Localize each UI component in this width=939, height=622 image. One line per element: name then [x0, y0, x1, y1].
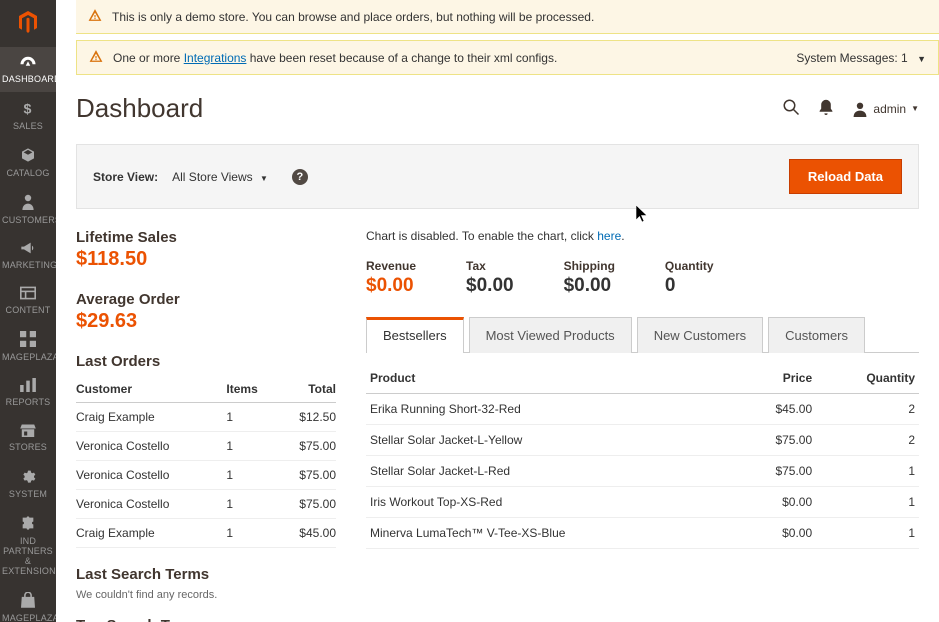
cube-icon: [2, 147, 54, 165]
reload-data-button[interactable]: Reload Data: [789, 159, 902, 194]
col-customer: Customer: [76, 376, 226, 403]
integrations-link[interactable]: Integrations: [184, 51, 247, 65]
tab-most-viewed[interactable]: Most Viewed Products: [469, 317, 632, 353]
user-icon: [852, 101, 868, 117]
storeview-label: Store View:: [93, 170, 158, 184]
dollar-icon: $: [2, 100, 54, 118]
table-row[interactable]: Veronica Costello1$75.00: [76, 490, 336, 519]
table-row[interactable]: Stellar Solar Jacket-L-Red$75.001: [366, 456, 919, 487]
sidebar-item-marketing[interactable]: MARKETING: [0, 233, 56, 278]
table-row[interactable]: Minerva LumaTech™ V-Tee-XS-Blue$0.001: [366, 518, 919, 549]
table-row[interactable]: Craig Example1$45.00: [76, 519, 336, 548]
table-row[interactable]: Iris Workout Top-XS-Red$0.001: [366, 487, 919, 518]
blocks-icon: [2, 286, 54, 302]
storeview-selector[interactable]: All Store Views ▼: [172, 170, 268, 184]
sidebar-item-customers[interactable]: CUSTOMERS: [0, 186, 56, 233]
puzzle-icon: [2, 515, 54, 533]
sidebar-item-system[interactable]: SYSTEM: [0, 460, 56, 507]
sidebar-item-partners[interactable]: IND PARTNERS & EXTENSIONS: [0, 507, 56, 584]
table-row[interactable]: Veronica Costello1$75.00: [76, 432, 336, 461]
demo-store-banner: This is only a demo store. You can brows…: [76, 0, 939, 34]
chevron-down-icon: ▼: [917, 54, 926, 64]
sidebar-item-reports[interactable]: REPORTS: [0, 370, 56, 415]
top-search-heading: Top Search Terms: [76, 617, 336, 622]
storefront-icon: [2, 423, 54, 439]
last-search-heading: Last Search Terms: [76, 566, 336, 583]
tab-new-customers[interactable]: New Customers: [637, 317, 763, 353]
sidebar-item-sales[interactable]: $ SALES: [0, 92, 56, 139]
storeview-bar: Store View: All Store Views ▼ ? Reload D…: [76, 144, 919, 209]
lifetime-sales-label: Lifetime Sales: [76, 229, 336, 246]
megaphone-icon: [2, 241, 54, 257]
tab-customers[interactable]: Customers: [768, 317, 865, 353]
chart-disabled-note: Chart is disabled. To enable the chart, …: [366, 229, 919, 243]
grid-icon: [2, 331, 54, 349]
sidebar-item-dashboard[interactable]: DASHBOARD: [0, 47, 56, 92]
col-total: Total: [277, 376, 336, 403]
enable-chart-link[interactable]: here: [597, 229, 621, 243]
bars-icon: [2, 378, 54, 394]
page-title: Dashboard: [76, 93, 782, 124]
metrics-row: Revenue $0.00 Tax $0.00 Shipping $0.00 Q…: [366, 259, 919, 297]
col-items: Items: [226, 376, 277, 403]
tab-body: Product Price Quantity Erika Running Sho…: [366, 352, 919, 549]
page-header: Dashboard admin ▼: [56, 75, 939, 134]
help-icon[interactable]: ?: [292, 169, 308, 185]
sidebar-item-mageplaza[interactable]: MAGEPLAZA: [0, 323, 56, 370]
search-icon[interactable]: [782, 98, 800, 119]
gauge-icon: [2, 55, 54, 71]
col-product: Product: [366, 363, 735, 394]
lifetime-sales-value: $118.50: [76, 248, 336, 271]
admin-account-dropdown[interactable]: admin ▼: [852, 101, 919, 117]
average-order-label: Average Order: [76, 291, 336, 308]
notifications-icon[interactable]: [818, 98, 834, 119]
metric-quantity: Quantity 0: [665, 259, 714, 297]
col-price: Price: [735, 363, 816, 394]
warning-icon: [89, 49, 103, 66]
demo-store-text: This is only a demo store. You can brows…: [112, 10, 594, 24]
magento-logo[interactable]: [0, 0, 56, 47]
sidebar-item-catalog[interactable]: CATALOG: [0, 139, 56, 186]
chevron-down-icon: ▼: [911, 104, 919, 113]
admin-sidebar: DASHBOARD $ SALES CATALOG CUSTOMERS MARK…: [0, 0, 56, 622]
sidebar-item-stores[interactable]: STORES: [0, 415, 56, 460]
table-row[interactable]: Erika Running Short-32-Red$45.002: [366, 394, 919, 425]
metric-revenue: Revenue $0.00: [366, 259, 416, 297]
chevron-down-icon: ▼: [260, 174, 268, 183]
sidebar-item-marketplace[interactable]: MAGEPLAZA MARKETPLACE: [0, 584, 56, 622]
bag-icon: [2, 592, 54, 610]
last-orders-heading: Last Orders: [76, 353, 336, 370]
bestsellers-table: Product Price Quantity Erika Running Sho…: [366, 363, 919, 549]
person-icon: [2, 194, 54, 212]
table-row[interactable]: Veronica Costello1$75.00: [76, 461, 336, 490]
tab-bestsellers[interactable]: Bestsellers: [366, 317, 464, 353]
left-column: Lifetime Sales $118.50 Average Order $29…: [76, 229, 336, 622]
system-message-banner: One or more Integrations have been reset…: [76, 40, 939, 75]
svg-text:$: $: [24, 101, 32, 116]
main-content: This is only a demo store. You can brows…: [56, 0, 939, 622]
gear-icon: [2, 468, 54, 486]
average-order-value: $29.63: [76, 310, 336, 333]
system-messages-toggle[interactable]: System Messages: 1 ▼: [796, 51, 926, 65]
col-quantity: Quantity: [816, 363, 919, 394]
table-row[interactable]: Stellar Solar Jacket-L-Yellow$75.002: [366, 425, 919, 456]
warning-icon: [88, 8, 102, 25]
metric-tax: Tax $0.00: [466, 259, 514, 297]
sidebar-item-content[interactable]: CONTENT: [0, 278, 56, 323]
right-column: Chart is disabled. To enable the chart, …: [366, 229, 919, 622]
metric-shipping: Shipping $0.00: [564, 259, 615, 297]
last-search-empty: We couldn't find any records.: [76, 589, 336, 601]
table-row[interactable]: Craig Example1$12.50: [76, 403, 336, 432]
integrations-text: One or more Integrations have been reset…: [113, 51, 557, 65]
last-orders-table: Customer Items Total Craig Example1$12.5…: [76, 376, 336, 548]
dashboard-tabs: Bestsellers Most Viewed Products New Cus…: [366, 317, 919, 353]
